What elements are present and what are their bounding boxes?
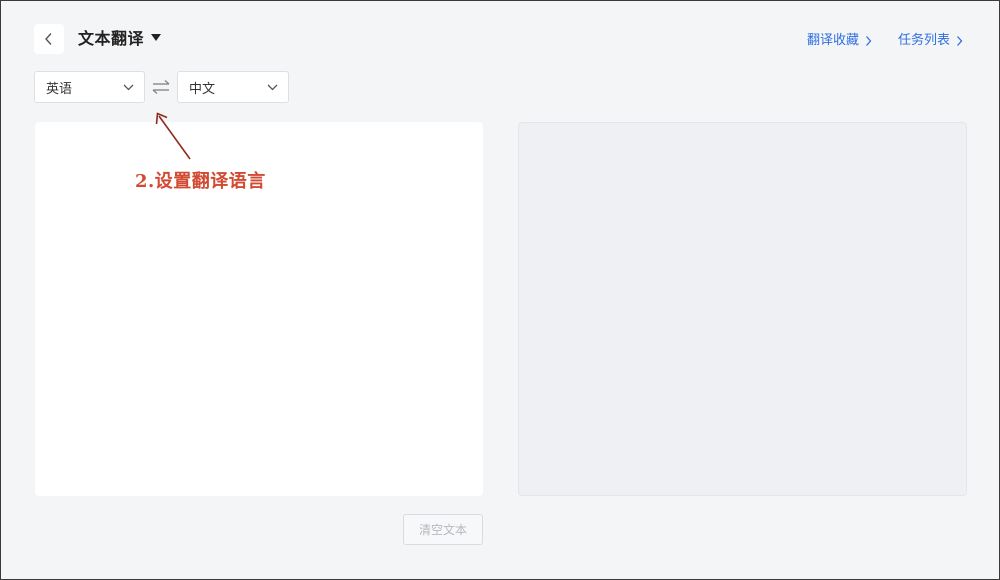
chevron-down-icon xyxy=(123,84,134,90)
task-list-link-label: 任务列表 xyxy=(897,33,950,48)
favorites-link-label: 翻译收藏 xyxy=(806,33,859,48)
caret-down-icon[interactable] xyxy=(151,34,161,41)
chevron-right-icon xyxy=(865,36,872,46)
source-language-select[interactable]: 英语 xyxy=(34,71,145,103)
favorites-link[interactable]: 翻译收藏 xyxy=(807,31,872,51)
page-title: 文本翻译 xyxy=(78,29,145,48)
target-language-value: 中文 xyxy=(189,81,216,97)
swap-arrows-icon xyxy=(152,79,170,95)
source-language-value: 英语 xyxy=(46,81,73,97)
swap-languages-button[interactable] xyxy=(150,78,172,96)
chevron-down-icon xyxy=(267,84,278,90)
task-list-link[interactable]: 任务列表 xyxy=(898,31,963,51)
back-button[interactable] xyxy=(34,24,64,54)
target-language-select[interactable]: 中文 xyxy=(177,71,289,103)
annotation-arrow xyxy=(155,112,191,160)
chevron-left-icon xyxy=(45,33,52,45)
translation-output-panel xyxy=(518,122,967,496)
app-window: 文本翻译 翻译收藏 任务列表 英语 中文 清空文本 2.设置翻译语言 xyxy=(0,0,1000,580)
clear-text-button[interactable]: 清空文本 xyxy=(403,514,483,545)
chevron-right-icon xyxy=(957,36,963,46)
annotation-label: 2.设置翻译语言 xyxy=(135,171,266,192)
top-links: 翻译收藏 任务列表 xyxy=(807,31,963,51)
